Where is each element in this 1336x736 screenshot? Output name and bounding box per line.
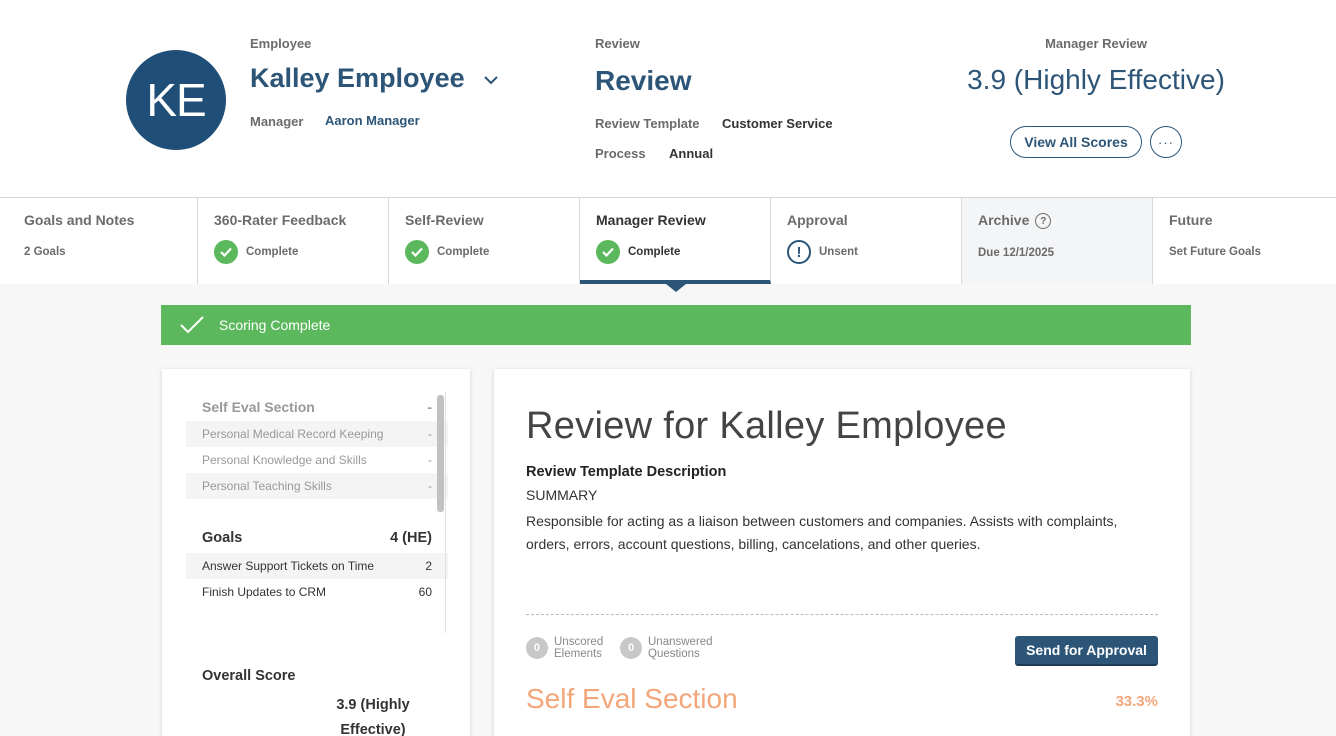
counter-label: Unanswered [648,636,713,648]
list-item-goals[interactable]: Goals 4 (HE) [186,523,448,553]
avatar: KE [126,50,226,150]
overall-score-value: 3.9 (Highly Effective) [336,697,410,736]
tab-archive[interactable]: Archive? Due 12/1/2025 [962,198,1153,284]
tab-title: Archive? [978,212,1152,230]
description-summary: SUMMARY [526,487,598,503]
more-options-button[interactable]: ··· [1150,126,1182,158]
tab-status: 2 Goals [24,246,66,258]
overall-score-label: Overall Score [202,668,296,684]
check-icon [596,240,620,264]
list-item[interactable]: Answer Support Tickets on Time 2 [186,553,448,579]
banner-text: Scoring Complete [219,317,331,333]
ellipsis-icon: ··· [1158,134,1174,150]
list-item[interactable]: Personal Medical Record Keeping - [186,421,448,447]
tab-title: Manager Review [596,212,706,228]
tab-title: Goals and Notes [24,212,135,228]
list-item[interactable]: Personal Teaching Skills - [186,473,448,499]
employee-name: Kalley Employee [250,63,465,93]
tab-title: Self-Review [405,212,484,228]
view-all-scores-button[interactable]: View All Scores [1010,126,1142,158]
unscored-elements-counter: 0 Unscored Elements [526,636,603,660]
divider [526,614,1158,615]
tab-approval[interactable]: Approval ! Unsent [771,198,962,284]
unanswered-questions-counter: 0 Unanswered Questions [620,636,713,660]
manager-label: Manager [250,114,304,129]
score-summary-list: Self Eval Section - Personal Medical Reco… [186,393,448,633]
send-for-approval-button[interactable]: Send for Approval [1015,636,1158,664]
manager-review-score: 3.9 (Highly Effective) [967,64,1225,95]
help-icon[interactable]: ? [1035,213,1052,230]
header: KE Employee Kalley Employee Manager Aaro… [0,0,1336,198]
tab-future[interactable]: Future Set Future Goals [1153,198,1336,284]
description-body: Responsible for acting as a liaison betw… [526,513,1118,552]
counter-label: Elements [554,648,602,660]
tab-title: 360-Rater Feedback [214,212,347,228]
tab-status: Set Future Goals [1169,246,1262,258]
tab-status: Complete [628,246,681,258]
review-title: Review [595,65,692,96]
process-value: Annual [669,146,714,161]
manager-name-link[interactable]: Aaron Manager [325,113,420,128]
template-value: Customer Service [722,116,833,131]
exclamation-icon: ! [787,240,811,264]
list-item[interactable]: Personal Knowledge and Skills - [186,447,448,473]
check-icon [214,240,238,264]
tab-status: Complete [437,246,490,258]
tab-self-review[interactable]: Self-Review Complete [389,198,580,284]
tab-manager-review[interactable]: Manager Review Complete [580,198,771,292]
tab-goals-and-notes[interactable]: Goals and Notes 2 Goals [0,198,198,284]
step-tabs: Goals and Notes 2 Goals 360-Rater Feedba… [0,198,1336,292]
count-badge: 0 [526,637,548,659]
list-item-section[interactable]: Self Eval Section - [186,393,448,421]
review-panel: Review for Kalley Employee Review Templa… [494,369,1190,736]
checkmark-icon [180,316,204,334]
scoring-complete-banner: Scoring Complete [161,305,1191,345]
manager-review-label: Manager Review [1045,36,1147,51]
check-icon [405,240,429,264]
tab-title: Approval [787,212,848,228]
tab-status: Complete [246,246,299,258]
counter-label: Questions [648,648,700,660]
tab-title: Future [1169,212,1213,228]
chevron-down-icon[interactable] [482,70,500,90]
scrollbar-thumb[interactable] [437,395,444,512]
review-label: Review [595,36,640,51]
counter-label: Unscored [554,636,604,648]
tab-status: Unsent [819,246,858,258]
description-heading: Review Template Description [526,464,727,480]
active-tab-pointer [666,284,686,292]
process-label: Process [595,146,646,161]
template-label: Review Template [595,116,700,131]
count-badge: 0 [620,637,642,659]
employee-label: Employee [250,36,312,51]
section-percentage: 33.3% [1115,693,1158,710]
section-title: Self Eval Section [526,683,738,714]
page-title: Review for Kalley Employee [526,405,1007,447]
list-item[interactable]: Finish Updates to CRM 60 [186,579,448,605]
tab-360-rater-feedback[interactable]: 360-Rater Feedback Complete [198,198,389,284]
tab-status: Due 12/1/2025 [978,247,1055,260]
